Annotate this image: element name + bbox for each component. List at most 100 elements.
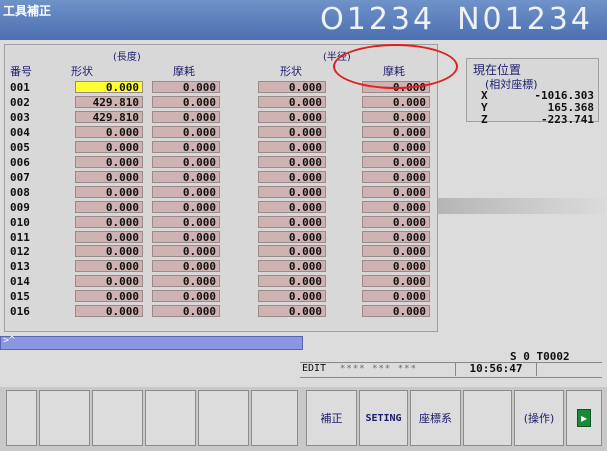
length-wear-cell[interactable]: 0.000 (152, 155, 220, 168)
length-wear-cell[interactable]: 0.000 (152, 275, 220, 288)
screen-glare (438, 198, 607, 214)
radius-wear-cell[interactable]: 0.000 (362, 260, 430, 273)
length-wear-cell[interactable]: 0.000 (152, 170, 220, 183)
operation-mode: EDIT (302, 363, 327, 374)
column-header-radius-geometry: 形状 (280, 65, 302, 78)
length-wear-cell[interactable]: 0.000 (152, 95, 220, 108)
radius-wear-cell[interactable]: 0.000 (362, 110, 430, 123)
radius-wear-cell[interactable]: 0.000 (362, 95, 430, 108)
length-wear-cell[interactable]: 0.000 (152, 110, 220, 123)
length-wear-cell[interactable]: 0.000 (152, 230, 220, 243)
radius-geometry-cell[interactable]: 0.000 (258, 200, 326, 213)
length-wear-cell[interactable]: 0.000 (152, 140, 220, 153)
length-wear-cell[interactable]: 0.000 (152, 125, 220, 138)
program-o-number: O1234 (320, 2, 436, 37)
table-row: 010 0.000 0.000 0.000 0.000 (5, 215, 437, 229)
radius-wear-cell[interactable]: 0.000 (362, 245, 430, 258)
input-prompt: >^ (3, 335, 16, 346)
table-row: 006 0.000 0.000 0.000 0.000 (5, 155, 437, 169)
table-row: 011 0.000 0.000 0.000 0.000 (5, 230, 437, 244)
radius-wear-cell[interactable]: 0.000 (362, 200, 430, 213)
radius-geometry-cell[interactable]: 0.000 (258, 260, 326, 273)
length-geometry-cell[interactable]: 0.000 (75, 155, 143, 168)
radius-geometry-cell[interactable]: 0.000 (258, 155, 326, 168)
length-geometry-cell[interactable]: 0.000 (75, 170, 143, 183)
length-geometry-cell[interactable]: 0.000 (75, 185, 143, 198)
radius-wear-cell[interactable]: 0.000 (362, 185, 430, 198)
column-header-length-geometry: 形状 (71, 65, 93, 78)
table-row: 005 0.000 0.000 0.000 0.000 (5, 140, 437, 154)
length-geometry-cell[interactable]: 429.810 (75, 95, 143, 108)
radius-geometry-cell[interactable]: 0.000 (258, 185, 326, 198)
soft-key-6[interactable] (251, 390, 298, 446)
length-wear-cell[interactable]: 0.000 (152, 185, 220, 198)
radius-geometry-cell[interactable]: 0.000 (258, 170, 326, 183)
length-geometry-cell[interactable]: 0.000 (75, 245, 143, 258)
radius-geometry-cell[interactable]: 0.000 (258, 81, 326, 94)
table-row: 012 0.000 0.000 0.000 0.000 (5, 245, 437, 258)
radius-wear-cell[interactable]: 0.000 (362, 215, 430, 228)
length-geometry-cell[interactable]: 0.000 (75, 125, 143, 138)
radius-wear-cell[interactable]: 0.000 (362, 290, 430, 303)
annotation-circle (333, 44, 458, 89)
radius-geometry-cell[interactable]: 0.000 (258, 305, 326, 318)
radius-geometry-cell[interactable]: 0.000 (258, 290, 326, 303)
operation-softkey[interactable]: (操作) (514, 390, 564, 446)
position-subtitle: (相対座標) (485, 78, 538, 91)
next-page-icon: ▸ (576, 409, 592, 427)
radius-geometry-cell[interactable]: 0.000 (258, 125, 326, 138)
offset-number: 004 (10, 125, 30, 139)
radius-geometry-cell[interactable]: 0.000 (258, 275, 326, 288)
length-geometry-cell[interactable]: 0.000 (75, 140, 143, 153)
table-row: 004 0.000 0.000 0.000 0.000 (5, 125, 437, 139)
offset-number: 009 (10, 200, 30, 214)
length-wear-cell[interactable]: 0.000 (152, 200, 220, 213)
length-wear-cell[interactable]: 0.000 (152, 245, 220, 258)
soft-key-3[interactable] (92, 390, 143, 446)
radius-wear-cell[interactable]: 0.000 (362, 230, 430, 243)
length-wear-cell[interactable]: 0.000 (152, 290, 220, 303)
length-wear-cell[interactable]: 0.000 (152, 81, 220, 94)
work-coord-softkey[interactable]: 座標系 (410, 390, 461, 446)
axis-z-label: Z (481, 113, 488, 126)
soft-key-5[interactable] (198, 390, 249, 446)
length-wear-cell[interactable]: 0.000 (152, 305, 220, 318)
length-geometry-cell[interactable]: 429.810 (75, 110, 143, 123)
soft-key-10[interactable] (463, 390, 512, 446)
length-geometry-cell[interactable]: 0.000 (75, 260, 143, 273)
radius-wear-cell[interactable]: 0.000 (362, 140, 430, 153)
offset-number: 012 (10, 245, 30, 259)
radius-wear-cell[interactable]: 0.000 (362, 125, 430, 138)
length-geometry-cell[interactable]: 0.000 (75, 275, 143, 288)
length-geometry-cell[interactable]: 0.000 (75, 81, 143, 94)
sequence-n-number: N01234 (457, 2, 593, 37)
length-wear-cell[interactable]: 0.000 (152, 260, 220, 273)
length-wear-cell[interactable]: 0.000 (152, 215, 220, 228)
length-geometry-cell[interactable]: 0.000 (75, 215, 143, 228)
setting-softkey[interactable]: SETING (359, 390, 408, 446)
soft-key-2[interactable] (39, 390, 90, 446)
next-page-softkey[interactable]: ▸ (566, 390, 602, 446)
offset-softkey[interactable]: 補正 (306, 390, 357, 446)
length-geometry-cell[interactable]: 0.000 (75, 230, 143, 243)
radius-geometry-cell[interactable]: 0.000 (258, 110, 326, 123)
radius-geometry-cell[interactable]: 0.000 (258, 245, 326, 258)
key-input-buffer[interactable]: >^ (0, 335, 303, 350)
radius-wear-cell[interactable]: 0.000 (362, 305, 430, 318)
screen-title: 工具補正 (3, 4, 52, 18)
radius-geometry-cell[interactable]: 0.000 (258, 140, 326, 153)
radius-geometry-cell[interactable]: 0.000 (258, 215, 326, 228)
table-row: 007 0.000 0.000 0.000 0.000 (5, 170, 437, 184)
length-geometry-cell[interactable]: 0.000 (75, 305, 143, 318)
length-geometry-cell[interactable]: 0.000 (75, 200, 143, 213)
radius-wear-cell[interactable]: 0.000 (362, 170, 430, 183)
length-geometry-cell[interactable]: 0.000 (75, 290, 143, 303)
soft-key-1[interactable] (6, 390, 37, 446)
radius-geometry-cell[interactable]: 0.000 (258, 95, 326, 108)
radius-wear-cell[interactable]: 0.000 (362, 275, 430, 288)
radius-geometry-cell[interactable]: 0.000 (258, 230, 326, 243)
offset-number: 011 (10, 230, 30, 244)
table-row: 008 0.000 0.000 0.000 0.000 (5, 185, 437, 199)
radius-wear-cell[interactable]: 0.000 (362, 155, 430, 168)
soft-key-4[interactable] (145, 390, 196, 446)
